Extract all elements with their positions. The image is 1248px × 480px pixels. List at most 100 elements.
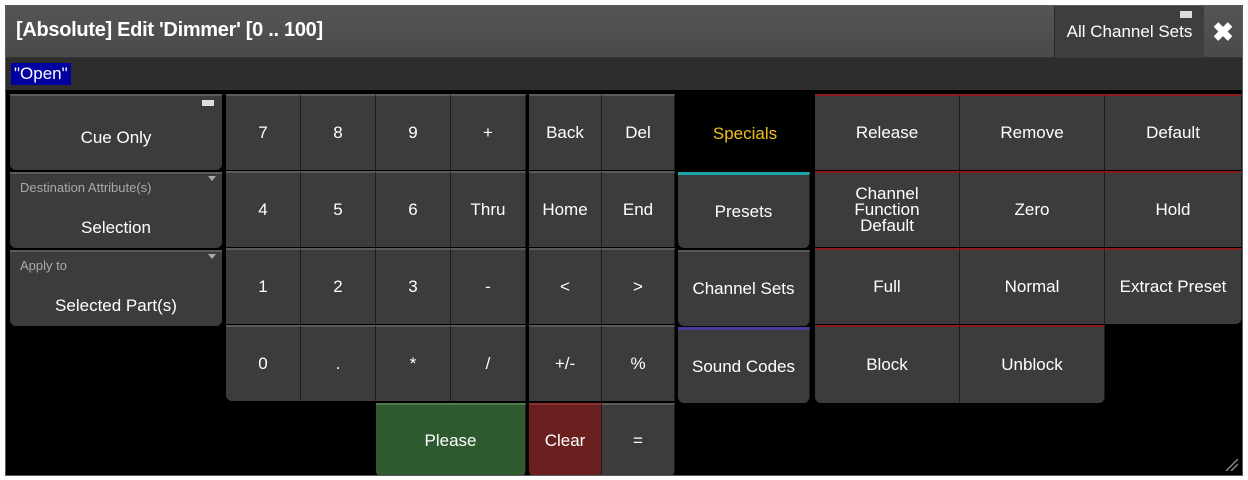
extract-preset-button[interactable]: Extract Preset xyxy=(1105,248,1242,324)
close-icon: ✖ xyxy=(1212,16,1234,47)
all-channel-sets-label: All Channel Sets xyxy=(1066,22,1193,41)
delete-label: Del xyxy=(625,123,651,142)
cursor-left-button[interactable]: < xyxy=(529,248,602,324)
input-value: "Open" xyxy=(11,63,71,85)
default-button[interactable]: Default xyxy=(1105,94,1242,170)
release-button[interactable]: Release xyxy=(815,94,960,170)
equals-button[interactable]: = xyxy=(602,403,675,475)
key-label: 7 xyxy=(258,123,268,142)
value-input-line[interactable]: "Open" xyxy=(6,58,1242,90)
apply-to-caption: Apply to xyxy=(20,258,67,273)
unblock-label: Unblock xyxy=(1001,355,1063,374)
tab-specials[interactable]: Specials xyxy=(680,94,810,174)
key-8[interactable]: 8 xyxy=(301,94,376,170)
channel-function-default-button[interactable]: Channel Function Default xyxy=(815,171,960,247)
unblock-button[interactable]: Unblock xyxy=(960,325,1105,403)
cursor-left-label: < xyxy=(560,277,570,296)
home-label: Home xyxy=(542,200,588,219)
key-label: Thru xyxy=(470,200,506,219)
cursor-right-label: > xyxy=(633,277,643,296)
block-label: Block xyxy=(866,355,908,374)
please-label: Please xyxy=(424,431,477,450)
destination-caption: Destination Attribute(s) xyxy=(20,180,152,195)
cursor-right-button[interactable]: > xyxy=(602,248,675,324)
edit-dialog: [Absolute] Edit 'Dimmer' [0 .. 100] All … xyxy=(5,5,1243,476)
key-label: * xyxy=(409,354,417,373)
window-indicator-icon xyxy=(1180,11,1192,18)
key-divide[interactable]: / xyxy=(451,325,526,401)
key-label: 3 xyxy=(408,277,418,296)
plus-minus-label: +/- xyxy=(554,354,576,373)
end-label: End xyxy=(622,200,654,219)
channel-function-default-label: Channel Function Default xyxy=(854,184,920,235)
back-button[interactable]: Back xyxy=(529,94,602,170)
equals-label: = xyxy=(633,431,643,450)
percent-label: % xyxy=(630,354,646,373)
key-label: 8 xyxy=(333,123,343,142)
window-indicator-icon xyxy=(202,100,214,106)
tab-sound-codes-label: Sound Codes xyxy=(691,356,796,376)
back-label: Back xyxy=(546,123,584,142)
default-label: Default xyxy=(1146,123,1200,142)
chevron-down-icon xyxy=(208,254,216,259)
key-7[interactable]: 7 xyxy=(226,94,301,170)
please-button[interactable]: Please xyxy=(376,403,526,475)
key-label: 6 xyxy=(408,200,418,219)
resize-grip-icon[interactable] xyxy=(1224,457,1238,471)
key-label: 5 xyxy=(333,200,343,219)
key-9[interactable]: 9 xyxy=(376,94,451,170)
key-label: - xyxy=(485,277,491,296)
remove-button[interactable]: Remove xyxy=(960,94,1105,170)
key-label: 0 xyxy=(258,354,268,373)
key-label: 2 xyxy=(333,277,343,296)
tab-sound-codes[interactable]: Sound Codes xyxy=(678,327,810,403)
key-3[interactable]: 3 xyxy=(376,248,451,324)
cue-only-button[interactable]: Cue Only xyxy=(10,94,222,170)
key-6[interactable]: 6 xyxy=(376,171,451,247)
key-label: . xyxy=(335,354,341,373)
key-multiply[interactable]: * xyxy=(376,325,451,401)
key-label: / xyxy=(485,354,491,373)
all-channel-sets-button[interactable]: All Channel Sets xyxy=(1054,6,1204,58)
zero-button[interactable]: Zero xyxy=(960,171,1105,247)
key-dot[interactable]: . xyxy=(301,325,376,401)
chevron-down-icon xyxy=(208,176,216,181)
release-label: Release xyxy=(855,123,919,142)
key-label: 9 xyxy=(408,123,418,142)
block-button[interactable]: Block xyxy=(815,325,960,403)
hold-label: Hold xyxy=(1155,200,1191,219)
remove-label: Remove xyxy=(1000,123,1064,142)
key-label: 1 xyxy=(258,277,268,296)
key-4[interactable]: 4 xyxy=(226,171,301,247)
key-5[interactable]: 5 xyxy=(301,171,376,247)
normal-button[interactable]: Normal xyxy=(960,248,1105,324)
normal-label: Normal xyxy=(1004,277,1060,296)
tab-channel-sets[interactable]: Channel Sets xyxy=(678,250,810,326)
destination-attributes-button[interactable]: Destination Attribute(s) Selection xyxy=(10,172,222,248)
full-button[interactable]: Full xyxy=(815,248,960,324)
tab-specials-label: Specials xyxy=(712,124,778,143)
key-thru[interactable]: Thru xyxy=(451,171,526,247)
end-button[interactable]: End xyxy=(602,171,675,247)
tab-presets[interactable]: Presets xyxy=(678,172,810,248)
cue-only-label: Cue Only xyxy=(80,128,152,147)
key-plus[interactable]: + xyxy=(451,94,526,170)
zero-label: Zero xyxy=(1014,200,1050,219)
plus-minus-button[interactable]: +/- xyxy=(529,325,602,401)
apply-to-button[interactable]: Apply to Selected Part(s) xyxy=(10,250,222,326)
clear-button[interactable]: Clear xyxy=(529,403,602,475)
close-button[interactable]: ✖ xyxy=(1204,6,1242,58)
key-label: + xyxy=(483,123,493,142)
extract-preset-label: Extract Preset xyxy=(1119,277,1227,296)
full-label: Full xyxy=(873,277,901,296)
key-2[interactable]: 2 xyxy=(301,248,376,324)
apply-to-value: Selected Part(s) xyxy=(55,296,177,315)
key-1[interactable]: 1 xyxy=(226,248,301,324)
percent-button[interactable]: % xyxy=(602,325,675,401)
home-button[interactable]: Home xyxy=(529,171,602,247)
key-0[interactable]: 0 xyxy=(226,325,301,401)
delete-button[interactable]: Del xyxy=(602,94,675,170)
destination-value: Selection xyxy=(81,218,151,237)
key-minus[interactable]: - xyxy=(451,248,526,324)
hold-button[interactable]: Hold xyxy=(1105,171,1242,247)
